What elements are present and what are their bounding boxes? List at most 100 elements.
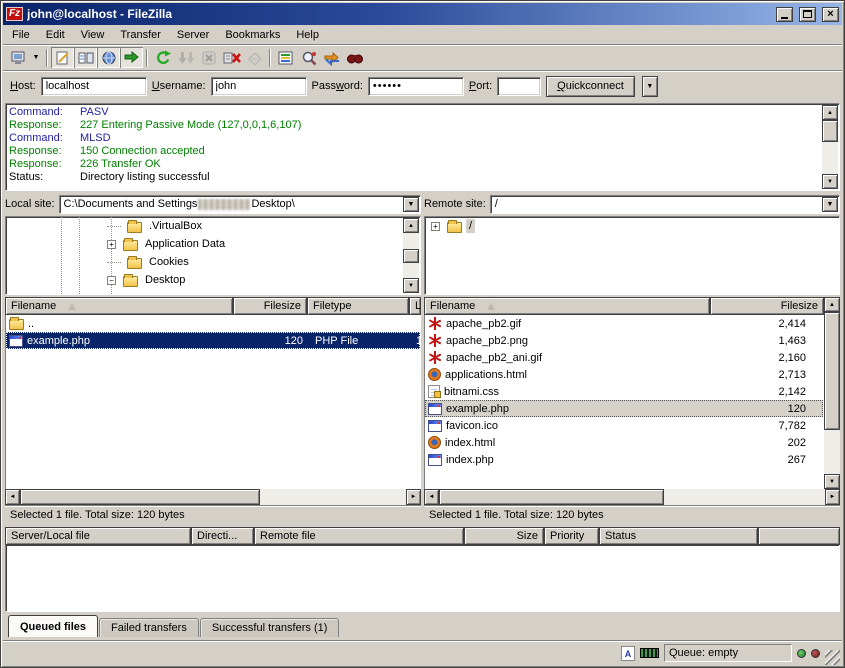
- process-queue-icon[interactable]: [174, 47, 197, 68]
- scroll-down-icon[interactable]: ▼: [403, 278, 419, 293]
- expand-icon[interactable]: +: [107, 240, 116, 249]
- minimize-button[interactable]: [776, 7, 793, 22]
- menu-transfer[interactable]: Transfer: [112, 27, 169, 43]
- resize-grip[interactable]: [825, 650, 840, 665]
- tree-row[interactable]: −Desktop: [6, 271, 420, 289]
- file-row-selected[interactable]: example.php 120PHP File1: [6, 332, 420, 349]
- host-input[interactable]: [41, 77, 147, 96]
- local-horizontal-scrollbar[interactable]: ◄ ►: [5, 489, 421, 505]
- remote-directory-tree[interactable]: + /: [424, 216, 840, 295]
- scroll-thumb[interactable]: [822, 120, 838, 142]
- refresh-icon[interactable]: [151, 47, 174, 68]
- password-input[interactable]: [368, 77, 464, 96]
- column-header-filesize[interactable]: Filesize: [710, 297, 824, 315]
- port-label: Port:: [469, 80, 492, 92]
- reconnect-icon[interactable]: [243, 47, 266, 68]
- username-input[interactable]: [211, 77, 307, 96]
- column-header-filetype[interactable]: Filetype: [307, 297, 409, 315]
- scroll-right-icon[interactable]: ►: [825, 489, 840, 505]
- column-header-status[interactable]: Status: [599, 527, 758, 545]
- close-button[interactable]: ×: [822, 7, 839, 22]
- scroll-thumb[interactable]: [824, 312, 840, 430]
- remote-site-combo[interactable]: / ▼: [490, 195, 840, 214]
- tree-row[interactable]: + /: [425, 217, 839, 235]
- tab-queued-files[interactable]: Queued files: [8, 615, 98, 637]
- column-header-remote-file[interactable]: Remote file: [254, 527, 464, 545]
- scroll-thumb[interactable]: [403, 249, 419, 263]
- menu-edit[interactable]: Edit: [38, 27, 73, 43]
- log-scrollbar[interactable]: ▲ ▼: [822, 105, 838, 189]
- tab-successful-transfers[interactable]: Successful transfers (1): [200, 618, 340, 637]
- compare-directories-icon[interactable]: [297, 47, 320, 68]
- tab-failed-transfers[interactable]: Failed transfers: [99, 618, 199, 637]
- sort-ascending-icon: [68, 303, 76, 310]
- file-row[interactable]: bitnami.css2,142: [425, 383, 823, 400]
- apache-file-icon: [428, 317, 442, 330]
- file-row[interactable]: apache_pb2.png1,463: [425, 332, 823, 349]
- scroll-down-icon[interactable]: ▼: [824, 474, 840, 489]
- directory-filters-icon[interactable]: [274, 47, 297, 68]
- port-input[interactable]: [497, 77, 541, 96]
- column-header-priority[interactable]: Priority: [544, 527, 599, 545]
- file-row[interactable]: index.html202: [425, 434, 823, 451]
- file-row[interactable]: applications.html2,713: [425, 366, 823, 383]
- tree-row[interactable]: .VirtualBox: [6, 217, 420, 235]
- column-header-filename[interactable]: Filename: [5, 297, 233, 315]
- menu-bookmarks[interactable]: Bookmarks: [217, 27, 288, 43]
- cancel-operation-icon[interactable]: [197, 47, 220, 68]
- quickconnect-button[interactable]: Quickconnect: [546, 76, 635, 97]
- site-manager-dropdown-icon[interactable]: ▼: [29, 47, 43, 68]
- menubar: File Edit View Transfer Server Bookmarks…: [3, 25, 842, 44]
- file-row[interactable]: favicon.ico7,782: [425, 417, 823, 434]
- queue-body[interactable]: [5, 545, 840, 612]
- toggle-remote-tree-icon[interactable]: [97, 47, 120, 68]
- file-row-selected[interactable]: example.php120: [425, 400, 823, 417]
- column-header-size[interactable]: Size: [464, 527, 544, 545]
- quickconnect-dropdown-icon[interactable]: ▼: [642, 76, 658, 97]
- scroll-up-icon[interactable]: ▲: [824, 297, 840, 312]
- remote-list-scrollbar[interactable]: ▲ ▼: [824, 297, 840, 489]
- scroll-thumb[interactable]: [20, 489, 260, 505]
- scroll-up-icon[interactable]: ▲: [403, 218, 419, 233]
- file-row[interactable]: index.php267: [425, 451, 823, 468]
- file-row[interactable]: apache_pb2.gif2,414: [425, 315, 823, 332]
- local-site-combo[interactable]: C:\Documents and SettingsDesktop\ ▼: [59, 195, 421, 214]
- toggle-message-log-icon[interactable]: [51, 47, 74, 68]
- toggle-local-tree-icon[interactable]: [74, 47, 97, 68]
- tree-row[interactable]: Cookies: [6, 253, 420, 271]
- scroll-up-icon[interactable]: ▲: [822, 105, 838, 120]
- scroll-down-icon[interactable]: ▼: [822, 174, 838, 189]
- remote-horizontal-scrollbar[interactable]: ◄ ►: [424, 489, 840, 505]
- combo-dropdown-icon[interactable]: ▼: [822, 197, 838, 212]
- file-row[interactable]: apache_pb2_ani.gif2,160: [425, 349, 823, 366]
- menu-server[interactable]: Server: [169, 27, 217, 43]
- column-header-direction[interactable]: Directi...: [191, 527, 254, 545]
- scroll-left-icon[interactable]: ◄: [5, 489, 20, 505]
- site-manager-icon[interactable]: [6, 47, 29, 68]
- column-header-modified[interactable]: L: [409, 297, 421, 315]
- tree-row[interactable]: +Application Data: [6, 235, 420, 253]
- local-tree-scrollbar[interactable]: ▲ ▼: [403, 218, 419, 293]
- file-row[interactable]: ..: [6, 315, 420, 332]
- combo-dropdown-icon[interactable]: ▼: [403, 197, 419, 212]
- column-header-server-local-file[interactable]: Server/Local file: [5, 527, 191, 545]
- menu-file[interactable]: File: [4, 27, 38, 43]
- synchronized-browsing-icon[interactable]: [320, 47, 343, 68]
- menu-view[interactable]: View: [73, 27, 113, 43]
- local-directory-tree[interactable]: .VirtualBox +Application Data Cookies −D…: [5, 216, 421, 295]
- password-label: Password:: [312, 80, 363, 92]
- expand-icon[interactable]: +: [431, 222, 440, 231]
- find-files-icon[interactable]: [343, 47, 366, 68]
- maximize-button[interactable]: [799, 7, 816, 22]
- toggle-transfer-queue-icon[interactable]: [120, 47, 143, 68]
- scroll-right-icon[interactable]: ►: [406, 489, 421, 505]
- scroll-thumb[interactable]: [439, 489, 664, 505]
- css-file-icon: [428, 385, 440, 398]
- disconnect-icon[interactable]: [220, 47, 243, 68]
- menu-help[interactable]: Help: [288, 27, 327, 43]
- log-label: Response:: [6, 145, 80, 158]
- column-header-filesize[interactable]: Filesize: [233, 297, 307, 315]
- scroll-left-icon[interactable]: ◄: [424, 489, 439, 505]
- column-header-filename[interactable]: Filename: [424, 297, 710, 315]
- collapse-icon[interactable]: −: [107, 276, 116, 285]
